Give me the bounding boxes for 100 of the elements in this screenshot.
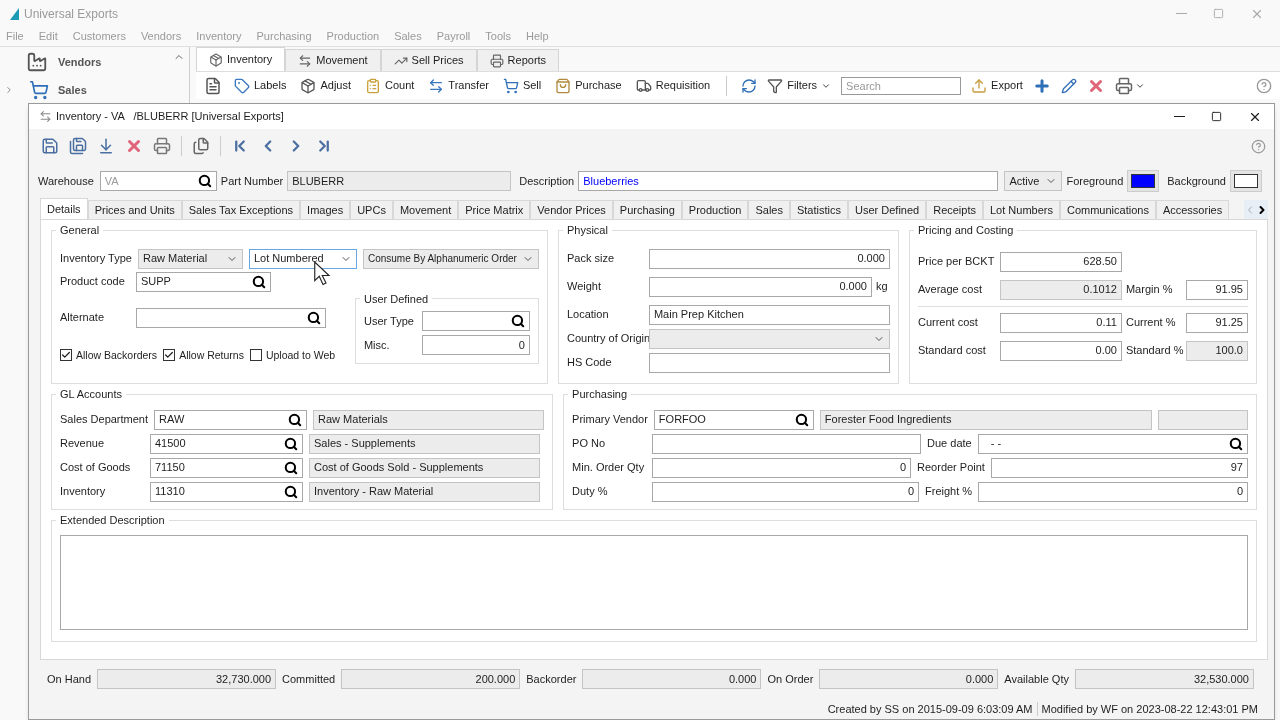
dropdown[interactable]: Raw Material [137,248,243,269]
tab[interactable]: Sell Prices [380,49,477,71]
tab[interactable]: UPCs [350,200,393,219]
total-field[interactable]: 32,530.000 [1074,669,1254,689]
tab[interactable]: Images [300,200,351,219]
search-field[interactable]: Search [841,76,962,95]
field-label: Due date [927,436,972,452]
input-field[interactable]: 0.11 [999,312,1122,333]
input-field[interactable]: 71150 [150,457,303,478]
search-icon [284,484,298,499]
input-field[interactable]: - - [977,433,1248,454]
total-field[interactable]: 0.000 [582,669,762,689]
tab[interactable]: Production [681,200,749,219]
tab[interactable]: Lot Numbers [983,200,1060,219]
tab[interactable]: Details [40,198,88,219]
input-field[interactable]: 91.25 [1185,312,1248,333]
sidebar-item[interactable]: Vendors [58,53,102,71]
input-field[interactable]: BLUBERR [287,171,512,191]
search-icon [1229,436,1243,451]
document-icon [204,76,222,95]
account-name: Sales - Supplements [309,433,540,454]
tab[interactable]: Reports [476,49,560,71]
export-button[interactable]: Export [971,77,1023,94]
input-field[interactable]: RAW [154,409,308,430]
input-field[interactable] [1158,409,1248,430]
input-field[interactable] [648,352,890,373]
tag-icon [234,77,250,94]
sidebar-item[interactable]: Sales [58,81,87,99]
tab[interactable]: Movement [285,49,381,71]
text-area[interactable] [60,534,1248,630]
input-field[interactable]: Main Prep Kitchen [648,304,890,325]
tab[interactable]: Purchasing [612,200,682,219]
input-field[interactable]: 0 [652,457,912,478]
tab[interactable]: Accessories [1155,200,1230,219]
input-field[interactable]: 0.00 [999,340,1122,361]
field-label: Min. Order Qty [572,460,646,476]
input-field[interactable]: 41500 [150,433,303,454]
input-field[interactable]: FORFOO [653,409,814,430]
input-field[interactable]: 0 [978,481,1248,502]
status-dropdown[interactable]: Active [1004,171,1063,191]
bag-icon [555,77,572,94]
field-label: Inventory Type [60,251,132,267]
field-label: Primary Vendor [572,412,648,428]
maximize-icon [1211,111,1222,122]
checkbox[interactable] [249,349,262,362]
filters-button[interactable]: Filters [767,77,832,94]
account-name: Raw Materials [313,409,545,430]
total-field[interactable]: 200.000 [341,669,521,689]
input-field[interactable]: 0.000 [648,248,890,269]
field-label: PO No [572,436,607,452]
input-field[interactable]: 0.1012 [999,279,1122,300]
input-field[interactable]: 628.50 [999,251,1122,272]
field-label: On Hand [47,671,92,687]
help-icon [1256,77,1272,94]
tab[interactable]: Communications [1059,200,1156,219]
toolbar-button[interactable]: Purchase [553,74,624,97]
input-field[interactable]: 11310 [150,481,303,502]
field-label: HS Code [566,355,613,371]
field-label: Country of Origin [566,331,649,347]
save-icon [41,137,59,155]
field-label: Description [519,173,575,189]
input-field[interactable]: SUPP [136,271,271,292]
checkbox[interactable] [60,349,72,362]
toolbar-button[interactable]: Adjust [298,74,353,97]
toolbar-button[interactable]: Sell [500,74,544,97]
dropdown[interactable] [648,328,890,349]
input-field[interactable]: 0 [652,481,920,502]
toolbar-button[interactable]: Count [363,74,417,97]
dropdown[interactable]: Consume By Alphanumeric Order [362,248,539,269]
tab[interactable]: Sales [748,200,790,219]
input-field[interactable] [421,311,530,331]
tab[interactable]: Inventory [196,47,286,71]
input-field[interactable] [136,307,326,328]
tab[interactable]: Price Matrix [458,200,531,219]
toolbar-button[interactable]: Requisition [633,74,713,97]
input-field[interactable]: 0 [421,335,530,355]
group-title: User Defined [362,291,430,307]
tab[interactable]: Sales Tax Exceptions [181,200,301,219]
field-label: Revenue [60,436,106,452]
tab[interactable]: Receipts [926,200,983,219]
input-field[interactable]: 0.000 [648,276,872,297]
input-field[interactable]: 91.95 [1185,279,1248,300]
field-label: Price per BCKT [917,254,996,270]
tab[interactable]: Vendor Prices [530,200,613,219]
toolbar-button[interactable]: Transfer [426,74,491,97]
input-field[interactable]: 100.0 [1185,340,1248,361]
checkbox-label: Allow Backorders [76,347,158,363]
toolbar-button[interactable]: Labels [232,74,289,97]
checkbox[interactable] [163,349,176,362]
search-icon [510,314,525,328]
tab[interactable]: User Defined [848,200,927,219]
total-field[interactable]: 32,730.000 [97,669,277,689]
input-field[interactable] [652,433,922,454]
tab[interactable]: Movement [392,200,459,219]
input-field[interactable]: Blueberries [578,171,999,191]
dropdown[interactable]: Lot Numbered [248,248,357,269]
tab[interactable]: Prices and Units [87,200,182,219]
tab[interactable]: Statistics [789,200,848,219]
total-field[interactable]: 0.000 [819,669,999,689]
input-field[interactable]: 97 [990,457,1248,478]
